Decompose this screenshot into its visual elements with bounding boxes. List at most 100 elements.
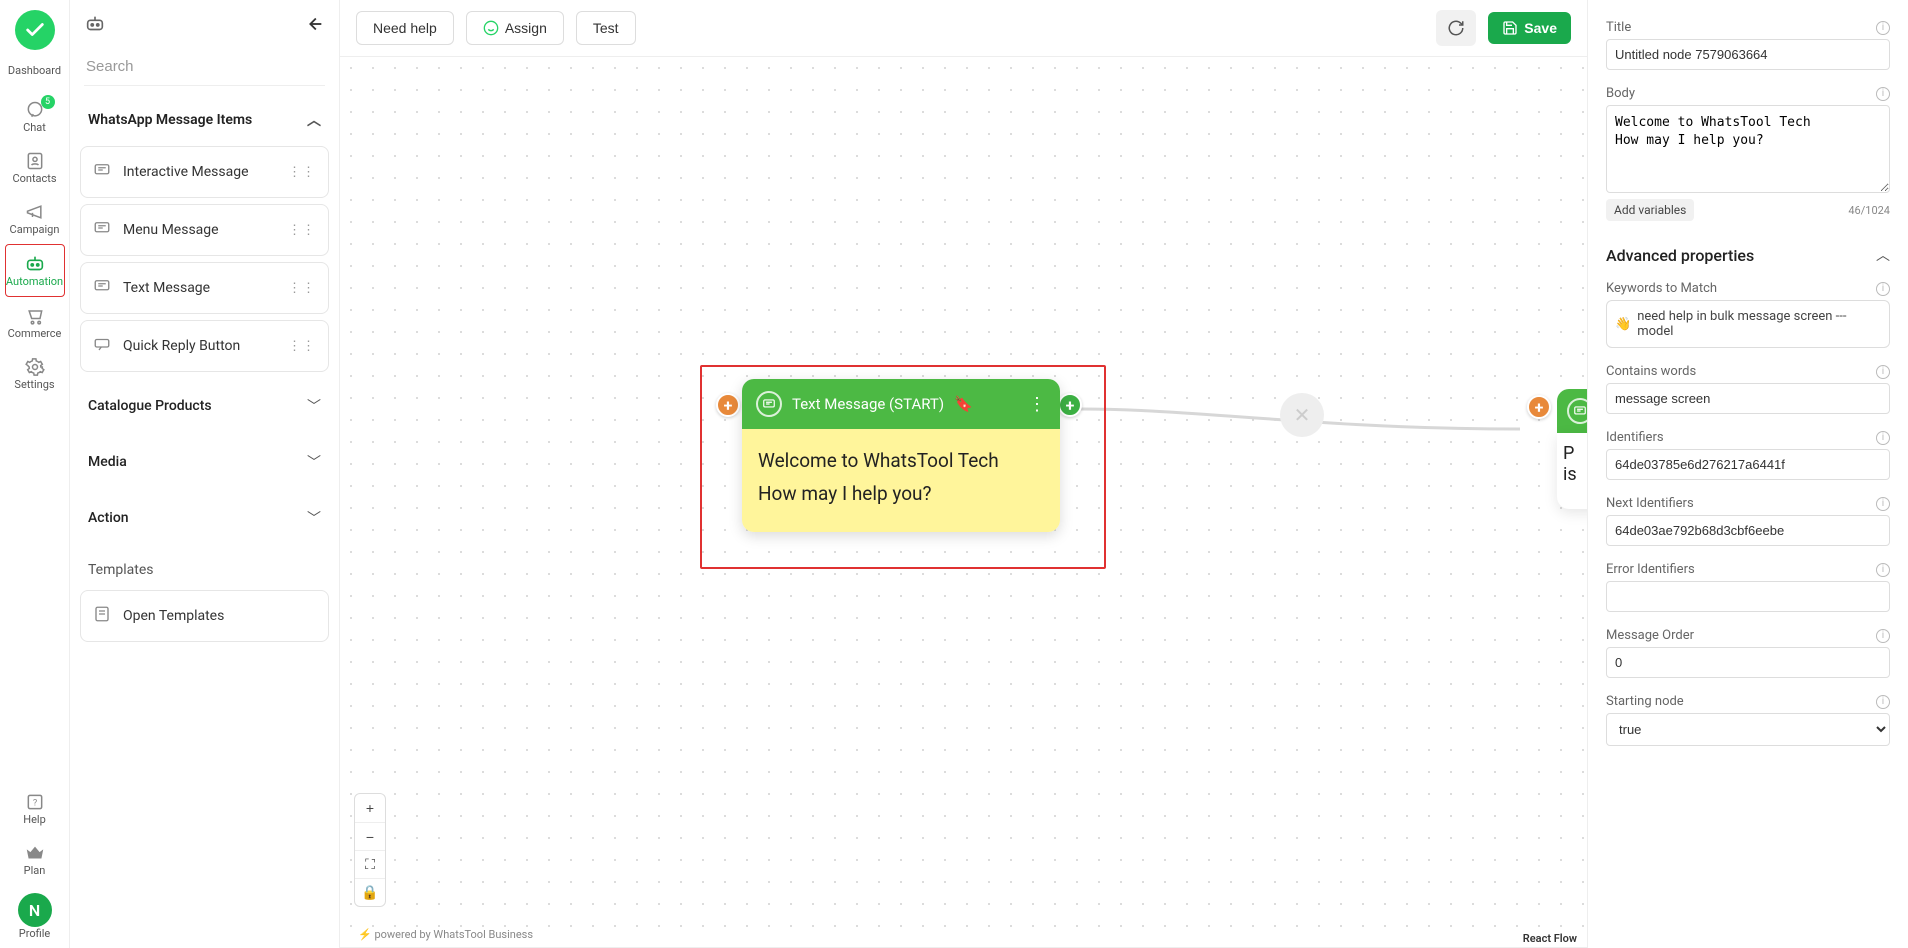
refresh-button[interactable]	[1436, 10, 1476, 46]
nav-campaign[interactable]: Campaign	[5, 193, 65, 244]
item-text-message[interactable]: Text Message ⋮⋮	[80, 262, 329, 314]
chevron-down-icon: ﹀	[307, 508, 321, 528]
info-icon[interactable]: i	[1876, 21, 1890, 35]
item-interactive-message[interactable]: Interactive Message ⋮⋮	[80, 146, 329, 198]
starting-node-select[interactable]: true	[1606, 713, 1890, 746]
char-count: 46/1024	[1848, 204, 1890, 217]
add-variables-button[interactable]: Add variables	[1606, 199, 1694, 221]
nav-settings[interactable]: Settings	[5, 348, 65, 399]
search-input[interactable]	[84, 48, 325, 86]
title-input[interactable]	[1606, 39, 1890, 70]
item-quick-reply[interactable]: Quick Reply Button ⋮⋮	[80, 320, 329, 372]
react-flow-label: React Flow	[1523, 932, 1577, 945]
flow-canvas[interactable]: ✕ + + Text Message (START) 🔖 ⋮ Welcom	[340, 56, 1587, 948]
contains-label: Contains words	[1606, 364, 1696, 379]
crown-icon	[24, 842, 46, 864]
nav-dashboard[interactable]: Dashboard	[5, 56, 65, 85]
node-menu-button[interactable]: ⋮	[1028, 394, 1046, 415]
svg-text:?: ?	[32, 798, 36, 808]
message-icon	[93, 219, 111, 241]
keywords-input[interactable]: 👋 need help in bulk message screen --- m…	[1606, 300, 1890, 348]
lock-button[interactable]: 🔒	[355, 878, 385, 906]
node-header[interactable]: Text Message (START) 🔖 ⋮	[742, 379, 1060, 429]
collapse-panel-button[interactable]	[303, 13, 325, 40]
canvas-area: Need help Assign Test Save ✕ + +	[340, 0, 1588, 948]
nav-help[interactable]: ? Help	[5, 783, 65, 834]
keywords-label: Keywords to Match	[1606, 281, 1717, 296]
chevron-up-icon: ︿	[307, 110, 321, 130]
settings-icon	[24, 356, 46, 378]
error-identifiers-label: Error Identifiers	[1606, 562, 1695, 577]
item-menu-message[interactable]: Menu Message ⋮⋮	[80, 204, 329, 256]
drag-handle-icon: ⋮⋮	[288, 339, 316, 354]
message-order-label: Message Order	[1606, 628, 1694, 643]
nav-chat[interactable]: 5 Chat	[5, 91, 65, 142]
need-help-button[interactable]: Need help	[356, 11, 454, 45]
info-icon[interactable]: i	[1876, 87, 1890, 101]
reply-icon	[93, 335, 111, 357]
next-identifiers-label: Next Identifiers	[1606, 496, 1694, 511]
advanced-properties-toggle[interactable]: Advanced properties ︿	[1606, 245, 1890, 265]
input-port[interactable]: +	[716, 393, 740, 417]
contacts-icon	[24, 150, 46, 172]
node-next-partial[interactable]: + P is	[1557, 389, 1587, 509]
chevron-down-icon: ﹀	[307, 452, 321, 472]
nav-contacts[interactable]: Contacts	[5, 142, 65, 193]
wave-icon: 👋	[1615, 317, 1631, 332]
drag-handle-icon: ⋮⋮	[288, 281, 316, 296]
body-textarea[interactable]	[1606, 105, 1890, 193]
error-identifiers-input[interactable]	[1606, 581, 1890, 612]
test-button[interactable]: Test	[576, 11, 636, 45]
info-icon[interactable]: i	[1876, 365, 1890, 379]
chevron-up-icon: ︿	[1876, 245, 1890, 265]
info-icon[interactable]: i	[1876, 629, 1890, 643]
avatar: N	[18, 893, 52, 927]
zoom-out-button[interactable]: −	[355, 822, 385, 850]
help-icon: ?	[24, 791, 46, 813]
fit-view-button[interactable]: ⛶	[355, 850, 385, 878]
contains-input[interactable]	[1606, 383, 1890, 414]
input-port[interactable]: +	[1527, 395, 1551, 419]
message-icon	[93, 161, 111, 183]
campaign-icon	[24, 201, 46, 223]
assign-button[interactable]: Assign	[466, 11, 564, 45]
nav-plan[interactable]: Plan	[5, 834, 65, 885]
toolbar: Need help Assign Test Save	[340, 0, 1587, 56]
bot-icon	[84, 13, 106, 39]
message-icon	[93, 277, 111, 299]
info-icon[interactable]: i	[1876, 695, 1890, 709]
templates-label: Templates	[80, 546, 329, 584]
title-label: Title	[1606, 20, 1631, 35]
message-icon	[1567, 398, 1587, 424]
automation-icon	[24, 253, 46, 275]
nav-profile[interactable]: N Profile	[5, 885, 65, 948]
app-logo	[15, 10, 55, 50]
save-button[interactable]: Save	[1488, 12, 1571, 44]
nav-automation[interactable]: Automation	[5, 244, 65, 297]
next-identifiers-input[interactable]	[1606, 515, 1890, 546]
info-icon[interactable]: i	[1876, 563, 1890, 577]
message-order-input[interactable]	[1606, 647, 1890, 678]
starting-node-label: Starting node	[1606, 694, 1684, 709]
info-icon[interactable]: i	[1876, 497, 1890, 511]
identifiers-input[interactable]	[1606, 449, 1890, 480]
section-whatsapp-items[interactable]: WhatsApp Message Items ︿	[80, 94, 329, 140]
nav-commerce[interactable]: Commerce	[5, 297, 65, 348]
info-icon[interactable]: i	[1876, 282, 1890, 296]
zoom-controls: + − ⛶ 🔒	[354, 793, 386, 907]
drag-handle-icon: ⋮⋮	[288, 223, 316, 238]
info-icon[interactable]: i	[1876, 431, 1890, 445]
node-title: Text Message (START)	[792, 395, 944, 413]
open-templates[interactable]: Open Templates	[80, 590, 329, 642]
node-text-message-start[interactable]: + + Text Message (START) 🔖 ⋮ Welcome to …	[700, 365, 1106, 569]
section-action[interactable]: Action ﹀	[80, 490, 329, 546]
zoom-in-button[interactable]: +	[355, 794, 385, 822]
message-icon	[756, 391, 782, 417]
output-port[interactable]: +	[1058, 393, 1082, 417]
identifiers-label: Identifiers	[1606, 430, 1664, 445]
edge-delete-button[interactable]: ✕	[1280, 393, 1324, 437]
properties-panel: Title i Body i Add variables 46/1024 Adv…	[1588, 0, 1908, 948]
section-media[interactable]: Media ﹀	[80, 434, 329, 490]
section-catalogue[interactable]: Catalogue Products ﹀	[80, 378, 329, 434]
chat-badge: 5	[41, 95, 55, 109]
